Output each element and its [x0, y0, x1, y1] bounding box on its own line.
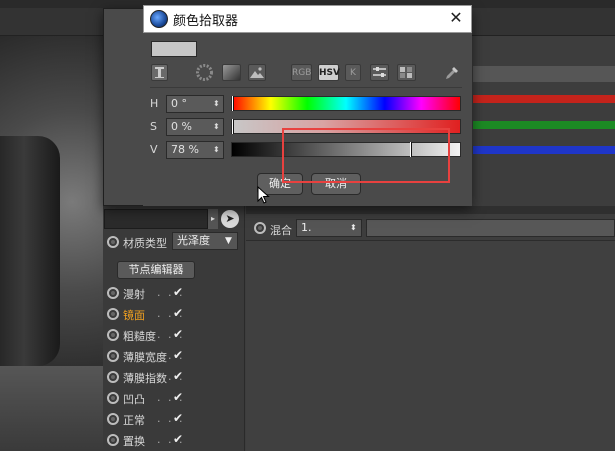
right-body — [246, 240, 615, 451]
channel-row[interactable]: 漫射. . . ✔ — [107, 284, 245, 302]
hue-row: H 0 ° ⬍ — [150, 95, 462, 113]
spectrum-mode-icon[interactable] — [151, 64, 168, 81]
saturation-slider-thumb[interactable] — [232, 119, 234, 134]
path-field[interactable] — [104, 209, 208, 229]
material-type-label: 材质类型 — [123, 237, 167, 250]
channel-radio[interactable] — [107, 329, 119, 341]
channel-radio[interactable] — [107, 371, 119, 383]
mix-label: 混合 — [270, 224, 292, 237]
checkmark-icon[interactable]: ✔ — [173, 285, 183, 299]
rgb-mode-button[interactable]: RGB — [291, 64, 312, 81]
image-picker-icon[interactable] — [248, 64, 266, 81]
mouse-cursor-icon — [257, 186, 270, 204]
hsv-mode-button[interactable]: HSV — [318, 64, 340, 81]
path-arrow-icon[interactable]: ▸ — [208, 209, 218, 229]
channel-row[interactable]: 正常. . . ✔ — [107, 410, 245, 428]
hue-stepper-icon[interactable]: ⬍ — [213, 95, 220, 113]
channel-label[interactable]: 漫射 — [123, 286, 145, 302]
value-value: 78 % — [171, 143, 199, 156]
channel-row[interactable]: 凹凸. . . ✔ — [107, 389, 245, 407]
checkmark-icon[interactable]: ✔ — [173, 369, 183, 383]
saturation-value: 0 % — [171, 120, 192, 133]
channel-radio[interactable] — [107, 413, 119, 425]
channel-label[interactable]: 镜面 — [123, 307, 145, 323]
toolbar-divider — [150, 87, 462, 88]
material-type-value: 光泽度 — [177, 234, 210, 247]
checkmark-icon[interactable]: ✔ — [173, 327, 183, 341]
saturation-stepper-icon[interactable]: ⬍ — [213, 118, 220, 136]
dialog-title: 颜色拾取器 — [173, 14, 239, 29]
viewport[interactable] — [0, 36, 103, 451]
channel-radio[interactable] — [107, 350, 119, 362]
mix-slider[interactable] — [366, 219, 615, 237]
render-object — [0, 136, 60, 366]
close-icon[interactable]: ✕ — [444, 7, 468, 29]
render-floor — [0, 366, 103, 451]
annotation-highlight-box — [282, 128, 450, 183]
mix-value: 1. — [301, 221, 312, 234]
channel-row[interactable]: 薄膜宽度. . . ✔ — [107, 347, 245, 365]
channel-radio[interactable] — [107, 434, 119, 446]
mixer-icon[interactable] — [370, 64, 389, 81]
material-type-radio[interactable] — [107, 236, 119, 248]
channel-label[interactable]: 置换 — [123, 433, 145, 449]
hue-slider-thumb[interactable] — [232, 96, 234, 111]
checkmark-icon[interactable]: ✔ — [173, 390, 183, 404]
channel-row[interactable]: 镜面. . . ✔ — [107, 305, 245, 323]
channel-row[interactable]: 薄膜指数. . . ✔ — [107, 368, 245, 386]
hue-value: 0 ° — [171, 97, 187, 110]
checkmark-icon[interactable]: ✔ — [173, 411, 183, 425]
hue-label: H — [150, 97, 159, 110]
channel-label[interactable]: 粗糙度 — [123, 328, 156, 344]
channel-row[interactable]: 粗糙度. . . ✔ — [107, 326, 245, 344]
picker-arrow-icon[interactable]: ➤ — [221, 210, 239, 228]
channel-radio[interactable] — [107, 392, 119, 404]
node-editor-button[interactable]: 节点编辑器 — [117, 261, 195, 279]
channel-radio[interactable] — [107, 287, 119, 299]
chevron-down-icon: ▼ — [225, 236, 232, 246]
channel-label[interactable]: 正常 — [123, 412, 145, 428]
eyedropper-icon[interactable] — [443, 64, 461, 81]
red-slider[interactable] — [473, 95, 615, 103]
top-slider[interactable] — [473, 66, 615, 82]
value-stepper-icon[interactable]: ⬍ — [213, 141, 220, 159]
checkmark-icon[interactable]: ✔ — [173, 306, 183, 320]
channel-row[interactable]: 置换. . . ✔ — [107, 431, 245, 449]
value-label: V — [150, 143, 158, 156]
color-swatch[interactable] — [151, 41, 197, 57]
hue-slider[interactable] — [231, 96, 461, 111]
gradient-square-icon[interactable] — [222, 64, 241, 81]
checkmark-icon[interactable]: ✔ — [173, 348, 183, 362]
right-sub-header — [246, 206, 615, 214]
blue-slider[interactable] — [473, 146, 615, 154]
color-wheel-icon[interactable] — [196, 64, 213, 81]
saturation-label: S — [150, 120, 157, 133]
channel-radio[interactable] — [107, 308, 119, 320]
app-logo-icon — [150, 10, 168, 28]
mix-stepper-icon[interactable]: ⬍ — [350, 219, 357, 237]
swatches-icon[interactable] — [397, 64, 416, 81]
checkmark-icon[interactable]: ✔ — [173, 432, 183, 446]
channel-label[interactable]: 凹凸 — [123, 391, 145, 407]
mix-radio[interactable] — [254, 222, 266, 234]
kelvin-mode-button[interactable]: K — [345, 64, 361, 81]
green-slider[interactable] — [473, 121, 615, 129]
